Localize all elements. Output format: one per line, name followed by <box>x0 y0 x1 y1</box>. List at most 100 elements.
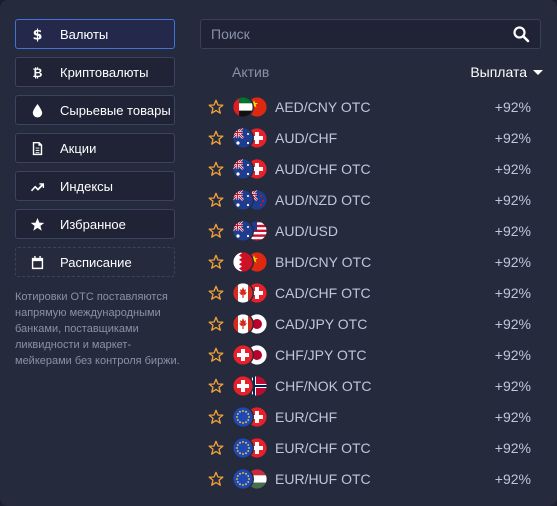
asset-payout: +92% <box>494 315 531 332</box>
category-label: Акции <box>60 140 97 156</box>
category-label: Криптовалюты <box>60 64 149 80</box>
dollar-icon: $ <box>29 26 45 42</box>
document-icon <box>29 140 45 156</box>
asset-payout: +92% <box>494 253 531 270</box>
category-sidebar: $ Валюты ₿ Криптовалюты Сырьевые товары … <box>15 19 180 369</box>
currency-flags <box>232 312 270 335</box>
favorite-star-icon[interactable] <box>208 223 224 239</box>
category-indices[interactable]: Индексы <box>15 171 175 201</box>
favorite-star-icon[interactable] <box>208 347 224 363</box>
asset-payout: +92% <box>494 129 531 146</box>
currency-flags <box>232 281 270 304</box>
star-icon <box>29 216 45 232</box>
asset-row[interactable]: EUR/CHF +92% <box>200 401 543 432</box>
svg-text:₿: ₿ <box>32 66 42 80</box>
asset-row[interactable]: CAD/CHF OTC +92% <box>200 277 543 308</box>
bitcoin-icon: ₿ <box>29 64 45 80</box>
caret-down-icon <box>533 69 543 75</box>
asset-row[interactable]: CHF/JPY OTC +92% <box>200 339 543 370</box>
flag-eu-icon <box>232 436 254 459</box>
favorite-star-icon[interactable] <box>208 99 224 115</box>
asset-payout: +92% <box>494 377 531 394</box>
search-input[interactable] <box>201 25 512 43</box>
asset-name: EUR/HUF OTC <box>275 470 371 487</box>
category-label: Избранное <box>60 216 126 232</box>
asset-selector-panel: $ Валюты ₿ Криптовалюты Сырьевые товары … <box>0 0 557 506</box>
currency-flags <box>232 436 270 459</box>
asset-column-header: Актив <box>232 64 270 80</box>
favorite-star-icon[interactable] <box>208 192 224 208</box>
category-schedule[interactable]: Расписание <box>15 247 175 277</box>
favorite-star-icon[interactable] <box>208 440 224 456</box>
search-box[interactable] <box>200 19 541 49</box>
asset-name: CAD/JPY OTC <box>275 315 368 332</box>
flag-ch-icon <box>232 374 254 397</box>
asset-list: AED/CNY OTC +92% AUD/CHF +92% AUD/CHF OTC +92… <box>200 91 543 494</box>
flag-au-icon <box>232 188 254 211</box>
asset-name: EUR/CHF <box>275 408 338 425</box>
favorite-star-icon[interactable] <box>208 254 224 270</box>
category-commodities[interactable]: Сырьевые товары <box>15 95 175 125</box>
category-favorites[interactable]: Избранное <box>15 209 175 239</box>
category-label: Индексы <box>60 178 114 194</box>
asset-name: CHF/NOK OTC <box>275 377 372 394</box>
asset-row[interactable]: AUD/USD +92% <box>200 215 543 246</box>
currency-flags <box>232 405 270 428</box>
category-stocks[interactable]: Акции <box>15 133 175 163</box>
asset-row[interactable]: AUD/CHF OTC +92% <box>200 153 543 184</box>
currency-flags <box>232 250 270 273</box>
favorite-star-icon[interactable] <box>208 378 224 394</box>
asset-payout: +92% <box>494 222 531 239</box>
asset-payout: +92% <box>494 439 531 456</box>
favorite-star-icon[interactable] <box>208 409 224 425</box>
payout-sort-button[interactable]: Выплата <box>470 64 543 80</box>
asset-payout: +92% <box>494 284 531 301</box>
flag-ca-icon <box>232 312 254 335</box>
payout-column-header: Выплата <box>470 64 527 80</box>
asset-row[interactable]: BHD/CNY OTC +92% <box>200 246 543 277</box>
favorite-star-icon[interactable] <box>208 285 224 301</box>
currency-flags <box>232 374 270 397</box>
asset-payout: +92% <box>494 470 531 487</box>
asset-name: AUD/NZD OTC <box>275 191 371 208</box>
asset-name: AED/CNY OTC <box>275 98 371 115</box>
asset-row[interactable]: EUR/HUF OTC +92% <box>200 463 543 494</box>
asset-name: BHD/CNY OTC <box>275 253 372 270</box>
flag-eu-icon <box>232 405 254 428</box>
currency-flags <box>232 343 270 366</box>
currency-flags <box>232 467 270 490</box>
category-currencies[interactable]: $ Валюты <box>15 19 175 49</box>
asset-row[interactable]: AUD/NZD OTC +92% <box>200 184 543 215</box>
flag-ae-icon <box>232 95 254 118</box>
svg-text:$: $ <box>32 27 42 41</box>
asset-payout: +92% <box>494 160 531 177</box>
asset-name: CAD/CHF OTC <box>275 284 371 301</box>
favorite-star-icon[interactable] <box>208 471 224 487</box>
flag-bh-icon <box>232 250 254 273</box>
asset-row[interactable]: AED/CNY OTC +92% <box>200 91 543 122</box>
category-label: Сырьевые товары <box>60 102 171 118</box>
favorite-star-icon[interactable] <box>208 316 224 332</box>
asset-payout: +92% <box>494 98 531 115</box>
asset-row[interactable]: CAD/JPY OTC +92% <box>200 308 543 339</box>
asset-payout: +92% <box>494 191 531 208</box>
asset-row[interactable]: AUD/CHF +92% <box>200 122 543 153</box>
asset-row[interactable]: CHF/NOK OTC +92% <box>200 370 543 401</box>
flag-au-icon <box>232 219 254 242</box>
currency-flags <box>232 157 270 180</box>
asset-name: EUR/CHF OTC <box>275 439 371 456</box>
asset-row[interactable]: EUR/CHF OTC +92% <box>200 432 543 463</box>
favorite-star-icon[interactable] <box>208 161 224 177</box>
category-label: Расписание <box>60 254 132 270</box>
drop-icon <box>29 102 45 118</box>
flag-ch-icon <box>232 343 254 366</box>
asset-name: AUD/CHF <box>275 129 338 146</box>
asset-name: AUD/USD <box>275 222 339 239</box>
category-crypto[interactable]: ₿ Криптовалюты <box>15 57 175 87</box>
currency-flags <box>232 126 270 149</box>
flag-ca-icon <box>232 281 254 304</box>
search-icon[interactable] <box>512 25 530 43</box>
asset-payout: +92% <box>494 346 531 363</box>
favorite-star-icon[interactable] <box>208 130 224 146</box>
currency-flags <box>232 219 270 242</box>
